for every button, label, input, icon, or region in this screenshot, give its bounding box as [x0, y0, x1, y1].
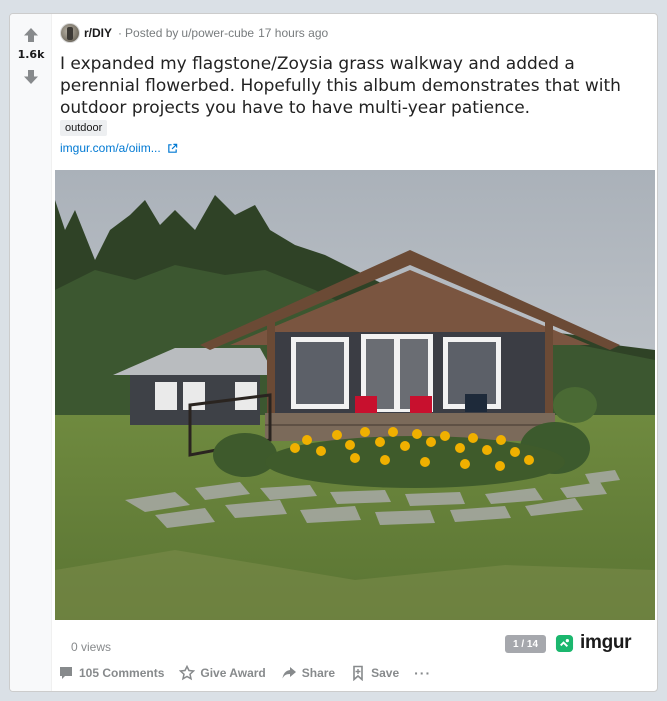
- external-link[interactable]: imgur.com/a/oiim...: [60, 141, 178, 155]
- give-award-button[interactable]: Give Award: [179, 665, 266, 681]
- award-icon: [179, 665, 196, 681]
- save-button[interactable]: Save: [350, 665, 399, 681]
- vote-column: 1.6k: [10, 14, 52, 691]
- post-time[interactable]: 17 hours ago: [258, 26, 328, 40]
- give-award-label: Give Award: [200, 666, 266, 680]
- upvote-button[interactable]: [22, 26, 40, 44]
- post-image[interactable]: [55, 170, 655, 620]
- imgur-logo-icon: [555, 634, 574, 653]
- posted-by-label: Posted by: [125, 26, 179, 40]
- author-link[interactable]: u/power-cube: [181, 26, 254, 40]
- comments-label: 105 Comments: [79, 666, 165, 680]
- arrow-up-icon: [24, 28, 38, 42]
- meta-separator: ·: [118, 26, 123, 40]
- comment-icon: [60, 667, 72, 679]
- arrow-down-icon: [24, 70, 38, 84]
- imgur-embed-link[interactable]: imgur: [555, 632, 632, 654]
- save-label: Save: [371, 666, 400, 680]
- post-card[interactable]: 1.6k r/DIY · Posted by u/power-cube 17 h…: [9, 13, 658, 692]
- post-flair[interactable]: outdoor: [60, 120, 108, 136]
- more-options-button[interactable]: ···: [414, 665, 431, 681]
- post-meta: r/DIY · Posted by u/power-cube 17 hours …: [60, 23, 328, 43]
- external-link-text: imgur.com/a/oiim...: [60, 141, 161, 155]
- subreddit-link[interactable]: r/DIY: [84, 26, 112, 40]
- share-icon: [282, 667, 296, 679]
- album-position-badge: 1 / 14: [505, 635, 546, 653]
- post-title[interactable]: I expanded my flagstone/Zoysia grass wal…: [60, 53, 650, 119]
- subreddit-avatar[interactable]: [60, 23, 80, 43]
- comments-button[interactable]: 105 Comments: [58, 665, 164, 681]
- downvote-button[interactable]: [22, 68, 40, 86]
- vote-score: 1.6k: [17, 48, 45, 61]
- share-button[interactable]: Share: [281, 665, 335, 681]
- share-label: Share: [301, 666, 336, 680]
- imgur-provider-label: imgur: [580, 632, 632, 653]
- external-link-icon: [167, 143, 178, 154]
- view-count: 0 views: [71, 640, 112, 654]
- post-actions: 105 Comments Give Award Share Save ···: [58, 665, 431, 681]
- bookmark-icon: [353, 665, 363, 681]
